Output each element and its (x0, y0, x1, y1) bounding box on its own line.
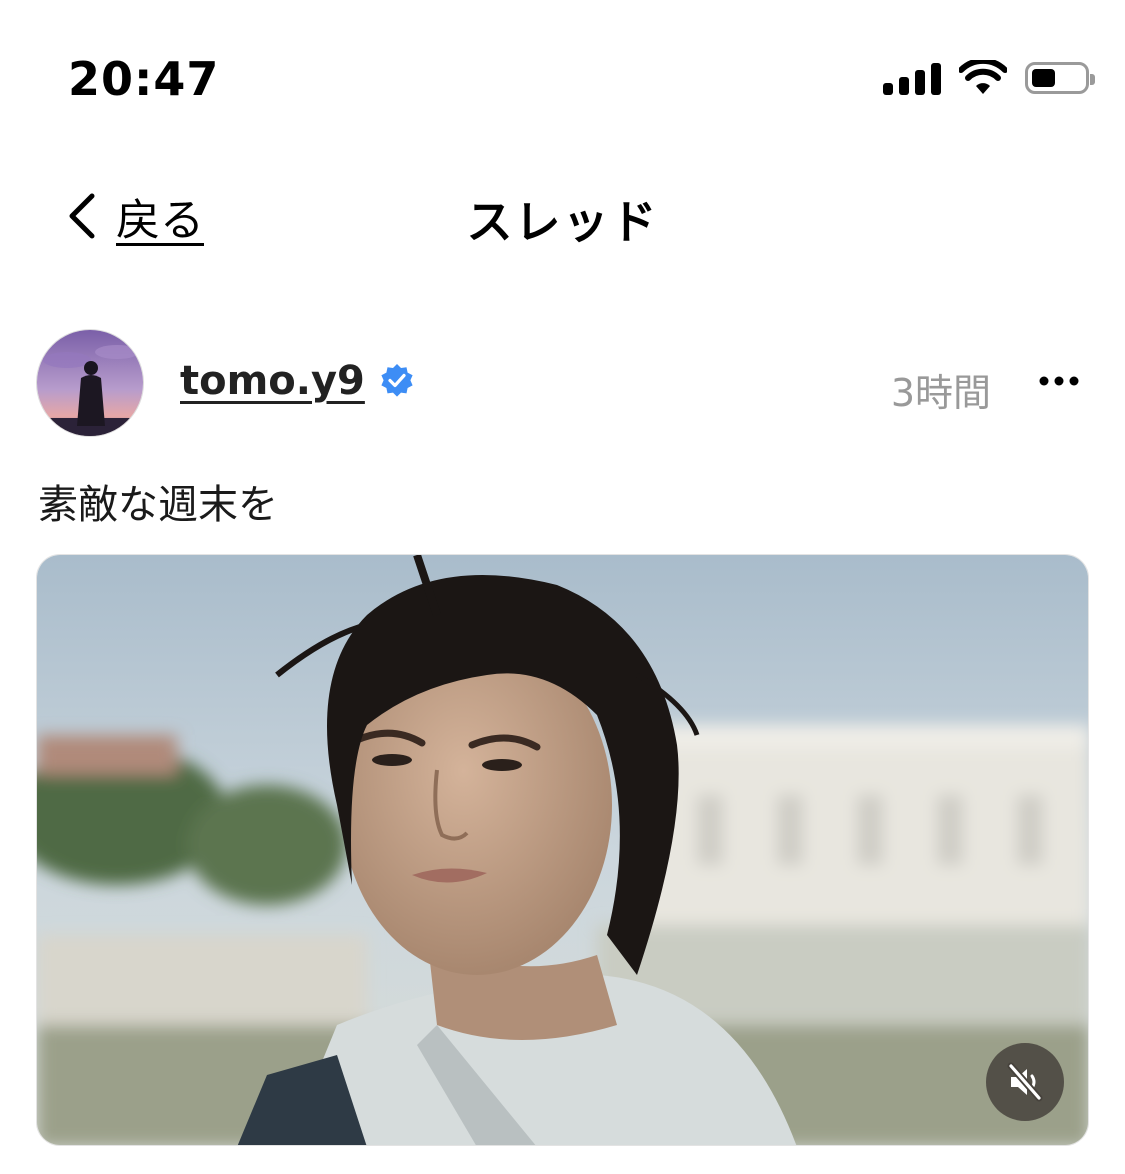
video-frame (37, 555, 1088, 1145)
verified-badge-icon (381, 364, 413, 397)
wifi-icon (959, 60, 1007, 94)
battery-fill (1032, 69, 1055, 87)
post-text: 素敵な週末を (38, 482, 278, 528)
post-timestamp: 3時間 (890, 371, 991, 415)
post-video[interactable] (36, 554, 1089, 1146)
status-bar: 20:47 (0, 0, 1125, 150)
status-icons (883, 60, 1095, 96)
page-title: スレッド (466, 195, 659, 249)
mute-button[interactable] (986, 1043, 1064, 1121)
speaker-muted-icon (1007, 1062, 1043, 1102)
more-options-button[interactable] (1039, 372, 1079, 391)
nav-bar: 戻る スレッド (0, 170, 1125, 260)
battery-icon (1025, 62, 1095, 94)
signal-icon (883, 61, 941, 95)
avatar[interactable] (36, 329, 144, 437)
avatar-image (37, 330, 143, 436)
status-time: 20:47 (68, 52, 220, 106)
post-author: tomo.y9 (180, 358, 415, 404)
ellipsis-icon (1039, 376, 1079, 386)
username-link[interactable]: tomo.y9 (180, 358, 365, 404)
